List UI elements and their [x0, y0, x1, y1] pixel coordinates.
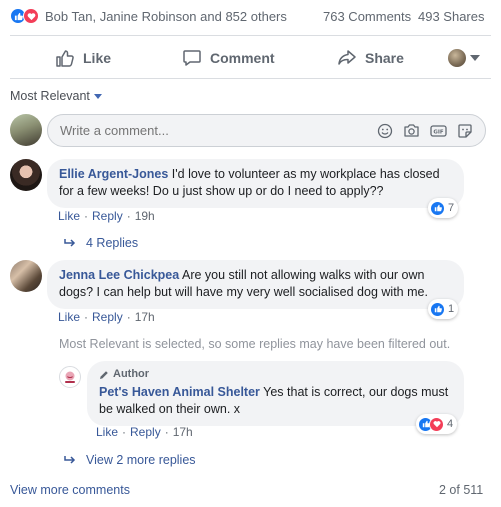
- comment-button[interactable]: Comment: [182, 48, 275, 68]
- reaction-count: 7: [448, 202, 455, 214]
- comment-time[interactable]: 17h: [135, 310, 155, 324]
- share-icon: [338, 50, 356, 65]
- sort-dropdown[interactable]: Most Relevant: [10, 89, 102, 103]
- comment-like-link[interactable]: Like: [58, 209, 80, 223]
- thumbs-up-icon: [56, 50, 74, 67]
- reply-bubble: Author Pet's Haven Animal Shelter Yes th…: [87, 361, 464, 426]
- camera-icon[interactable]: [403, 123, 420, 139]
- comment-reply-link[interactable]: Reply: [92, 209, 123, 223]
- chevron-down-icon: [470, 55, 480, 61]
- user-avatar: [10, 114, 42, 146]
- reply-arrow-icon: [64, 456, 76, 464]
- replies-label: 4 Replies: [86, 236, 139, 250]
- author-label: Author: [113, 368, 150, 380]
- comment-composer[interactable]: GIF: [47, 114, 486, 147]
- like-reaction-icon: [430, 200, 445, 216]
- gif-icon[interactable]: GIF: [430, 123, 447, 139]
- shares-count[interactable]: 493 Shares: [418, 9, 485, 24]
- comment-icon: [183, 50, 201, 66]
- comment-reactions[interactable]: 1: [428, 299, 459, 319]
- comment-meta: Like · Reply · 17h: [58, 310, 155, 324]
- audience-selector[interactable]: [448, 49, 480, 67]
- comment-like-link[interactable]: Like: [58, 310, 80, 324]
- more-replies-label: View 2 more replies: [86, 453, 196, 467]
- author-badge: Author: [99, 366, 452, 383]
- comment-bubble: Jenna Lee Chickpea Are you still not all…: [47, 260, 464, 309]
- pencil-icon: [100, 370, 108, 379]
- comments-count[interactable]: 763 Comments: [323, 9, 411, 24]
- comment-reactions[interactable]: 7: [428, 198, 459, 218]
- comment-reply-link[interactable]: Reply: [92, 310, 123, 324]
- commenter-avatar[interactable]: [10, 159, 42, 191]
- page-avatar: [448, 49, 466, 67]
- reaction-names[interactable]: Bob Tan, Janine Robinson and 852 others: [45, 9, 287, 24]
- share-label: Share: [365, 50, 404, 66]
- commenter-name[interactable]: Ellie Argent-Jones: [59, 167, 168, 181]
- comment-meta: Like · Reply · 19h: [58, 209, 155, 223]
- comment-bubble: Ellie Argent-Jones I'd love to volunteer…: [47, 159, 464, 208]
- reactions-summary[interactable]: Bob Tan, Janine Robinson and 852 others: [10, 8, 287, 24]
- reply-reply-link[interactable]: Reply: [130, 425, 161, 439]
- shelter-avatar[interactable]: [59, 366, 81, 388]
- like-label: Like: [83, 50, 112, 66]
- reply-like-link[interactable]: Like: [96, 425, 118, 439]
- share-button[interactable]: Share: [337, 48, 404, 68]
- sticker-icon[interactable]: [457, 123, 473, 139]
- sort-label: Most Relevant: [10, 89, 90, 103]
- commenter-name[interactable]: Jenna Lee Chickpea: [59, 268, 179, 282]
- reply-arrow-icon: [64, 239, 76, 247]
- reply-time[interactable]: 17h: [173, 425, 193, 439]
- reaction-count: 1: [448, 303, 455, 315]
- love-reaction-icon: [23, 8, 39, 24]
- reply-author-name[interactable]: Pet's Haven Animal Shelter: [99, 385, 260, 399]
- comment-time[interactable]: 19h: [135, 209, 155, 223]
- love-reaction-icon: [429, 416, 444, 432]
- view-more-replies-link[interactable]: View 2 more replies: [64, 453, 196, 467]
- emoji-icon[interactable]: [377, 123, 393, 139]
- view-replies-link[interactable]: 4 Replies: [64, 236, 138, 250]
- like-button[interactable]: Like: [55, 48, 111, 68]
- commenter-avatar[interactable]: [10, 260, 42, 292]
- reply-meta: Like · Reply · 17h: [96, 425, 193, 439]
- svg-text:GIF: GIF: [433, 129, 444, 135]
- divider: [10, 78, 491, 79]
- view-more-comments-link[interactable]: View more comments: [10, 483, 130, 497]
- shelter-logo-icon: [65, 371, 75, 383]
- comment-input[interactable]: [60, 123, 377, 138]
- reply-reactions[interactable]: 4: [416, 414, 458, 434]
- comments-pagination: 2 of 511: [439, 483, 484, 497]
- caret-down-icon: [93, 93, 102, 99]
- divider: [10, 35, 491, 36]
- comment-label: Comment: [210, 50, 275, 66]
- reaction-count: 4: [447, 418, 454, 430]
- filter-note: Most Relevant is selected, so some repli…: [59, 337, 451, 351]
- like-reaction-icon: [430, 301, 445, 317]
